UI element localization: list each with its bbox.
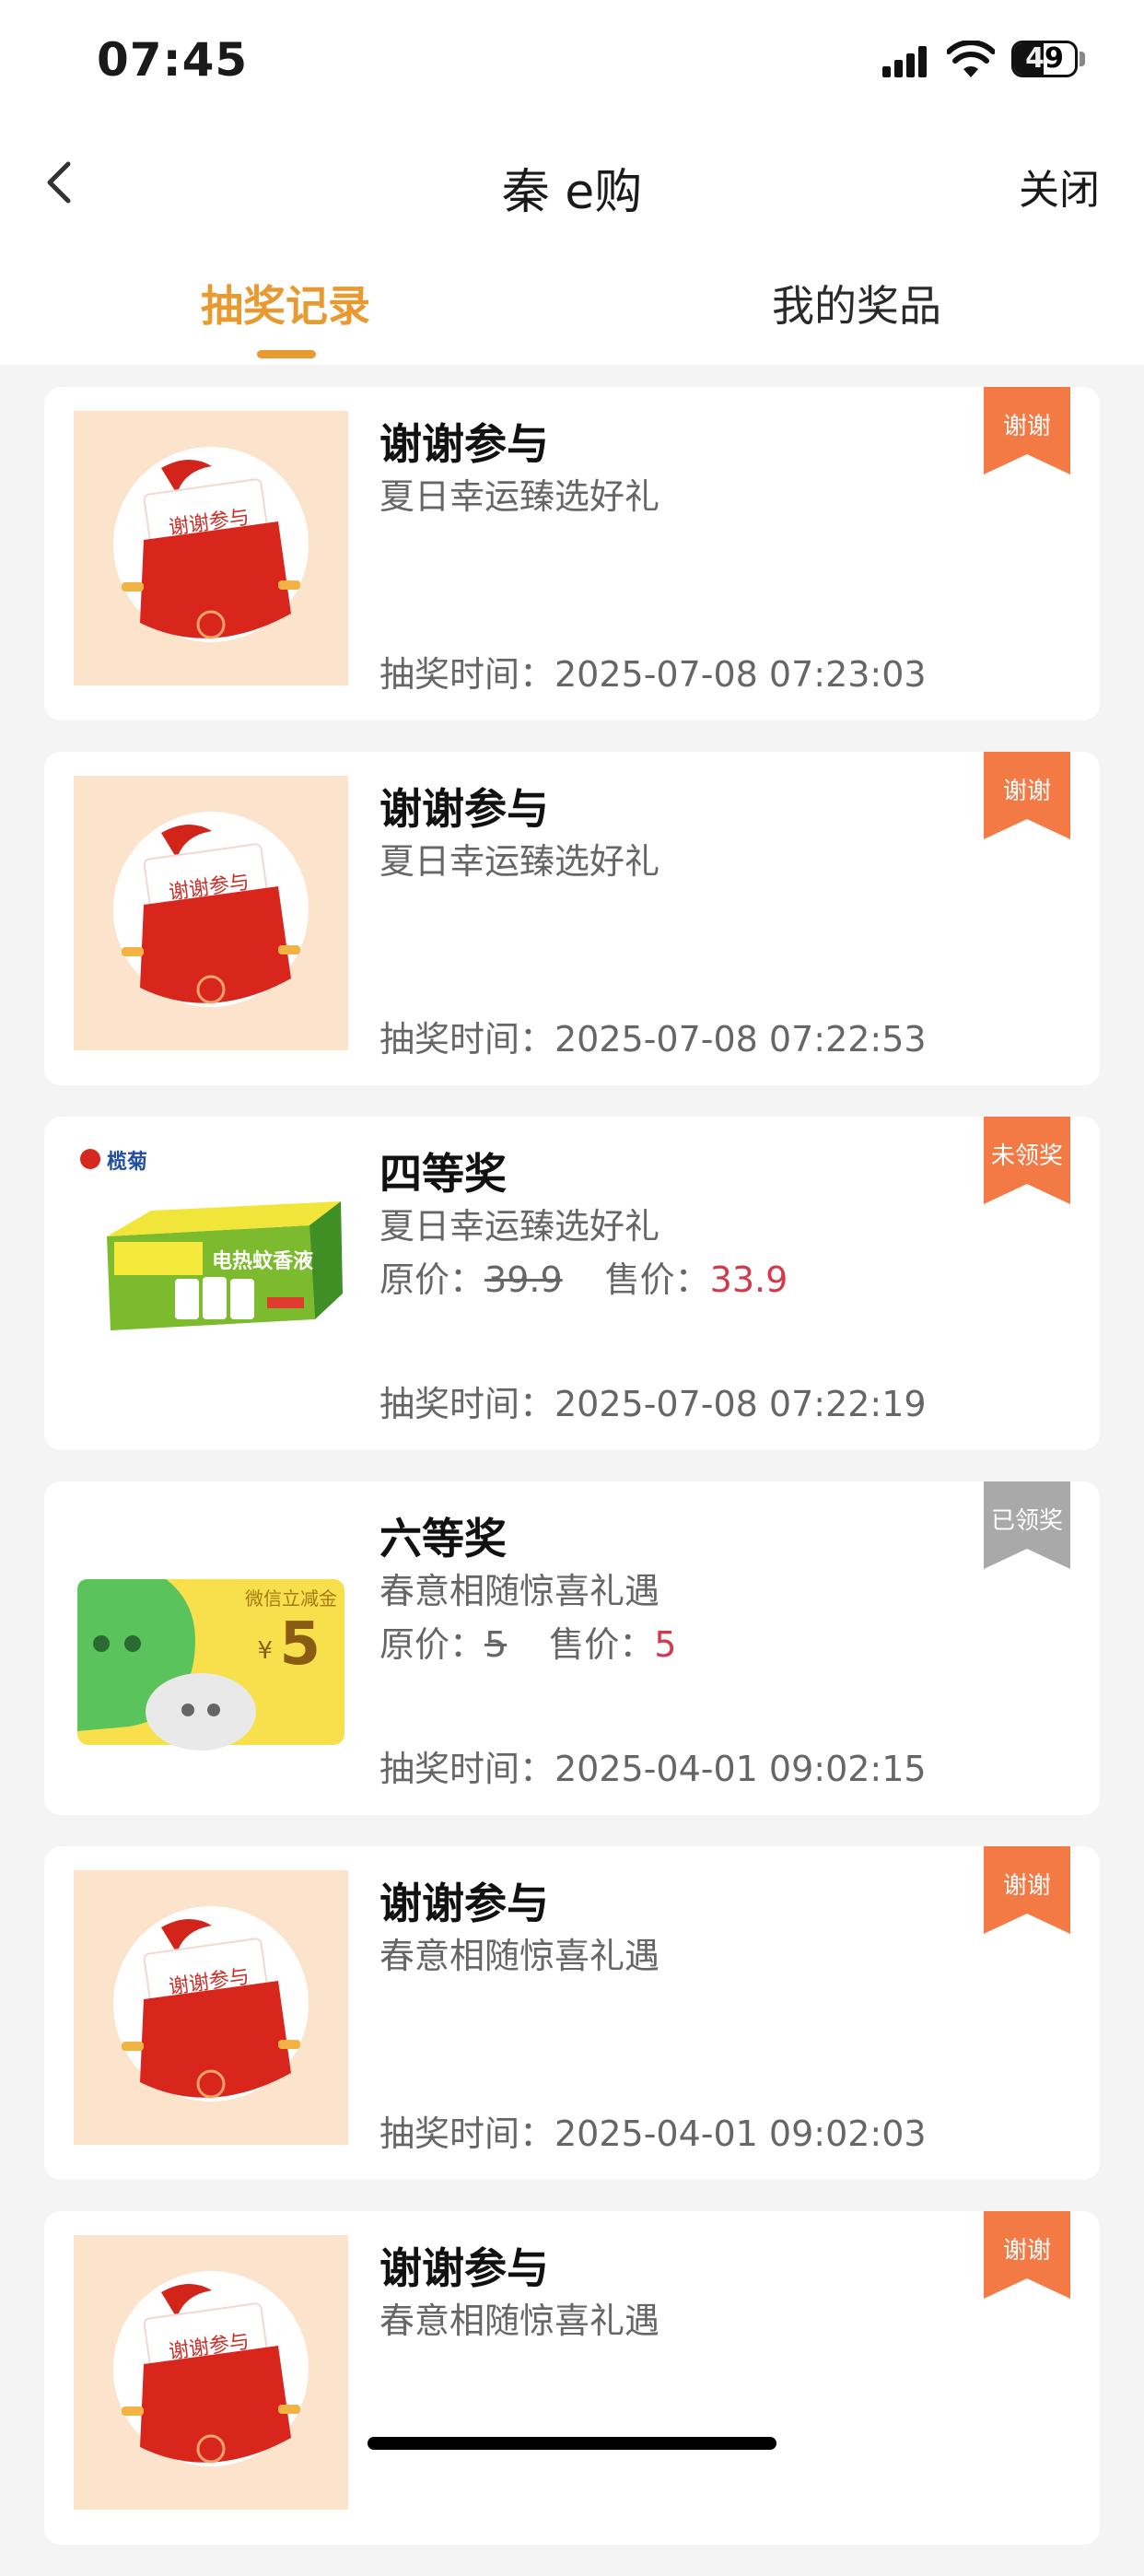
record-card[interactable]: 榄菊 电热蚊香液 四等奖 夏日幸运臻选好礼 原价：39.9 售价：33.9 抽奖时… xyxy=(44,1117,1100,1450)
record-card[interactable]: 谢谢参与 谢谢参与 春意相随惊喜礼遇 谢谢 xyxy=(44,2211,1100,2545)
sale-price-label: 售价： xyxy=(549,1624,655,1665)
active-tab-indicator xyxy=(257,350,316,358)
record-card[interactable]: 微信立减金 ¥ 5 六等奖 春意相随惊喜礼遇 原价：5 售价：5 抽奖时间：202… xyxy=(44,1481,1100,1815)
record-info: 谢谢参与 春意相随惊喜礼遇 xyxy=(379,2235,1063,2521)
coupon-value: 5 xyxy=(279,1610,321,1679)
record-info: 谢谢参与 夏日幸运臻选好礼 抽奖时间：2025-07-08 07:22:53 xyxy=(379,776,1063,1061)
wechat-coupon-image: 微信立减金 ¥ 5 xyxy=(77,1579,344,1751)
record-activity: 夏日幸运臻选好礼 xyxy=(379,476,660,517)
thanks-thumbnail: 谢谢参与 xyxy=(74,2235,348,2510)
close-button[interactable]: 关闭 xyxy=(1019,157,1100,216)
record-activity: 春意相随惊喜礼遇 xyxy=(379,2301,660,2341)
record-title: 四等奖 xyxy=(379,1149,507,1199)
record-time: 抽奖时间：2025-04-01 09:02:03 xyxy=(379,2113,927,2154)
status-badge: 谢谢 xyxy=(984,1846,1070,1934)
record-time: 抽奖时间：2025-07-08 07:22:19 xyxy=(379,1384,927,1424)
status-badge: 已领奖 xyxy=(984,1481,1070,1569)
wifi-icon xyxy=(947,41,995,77)
status-time: 07:45 xyxy=(97,33,249,87)
coupon-currency: ¥ xyxy=(257,1637,273,1665)
sale-price: 33.9 xyxy=(709,1259,788,1300)
record-info: 六等奖 春意相随惊喜礼遇 原价：5 售价：5 抽奖时间：2025-04-01 09… xyxy=(379,1505,1063,1791)
battery-tip xyxy=(1080,52,1085,66)
badge-label: 未领奖 xyxy=(990,1142,1063,1170)
record-time: 抽奖时间：2025-04-01 09:02:15 xyxy=(379,1749,927,1789)
thanks-thumbnail: 谢谢参与 xyxy=(74,776,348,1050)
page-title: 秦 e购 xyxy=(501,165,643,220)
product-name: 电热蚊香液 xyxy=(212,1249,313,1273)
thanks-envelope-icon: 谢谢参与 xyxy=(113,447,309,642)
record-card[interactable]: 谢谢参与 谢谢参与 夏日幸运臻选好礼 抽奖时间：2025-07-08 07:22… xyxy=(44,752,1100,1085)
original-price-label: 原价： xyxy=(379,1259,485,1300)
badge-label: 谢谢 xyxy=(1002,413,1051,440)
badge-label: 谢谢 xyxy=(1002,2237,1051,2265)
record-card[interactable]: 谢谢参与 谢谢参与 春意相随惊喜礼遇 抽奖时间：2025-04-01 09:02… xyxy=(44,1846,1100,2180)
header-area: 07:45 49 秦 e购 关闭 抽奖记录 我的奖品 xyxy=(0,0,1144,365)
coupon-thumbnail: 微信立减金 ¥ 5 xyxy=(74,1505,348,1780)
navigation-bar: 秦 e购 关闭 xyxy=(0,138,1144,230)
thanks-envelope-icon: 谢谢参与 xyxy=(113,2271,309,2466)
record-title: 六等奖 xyxy=(379,1514,507,1563)
mosquito-liquid-box-image: 榄菊 电热蚊香液 xyxy=(80,1149,343,1330)
record-title: 谢谢参与 xyxy=(379,2243,549,2293)
record-card[interactable]: 谢谢参与 谢谢参与 夏日幸运臻选好礼 抽奖时间：2025-07-08 07:23… xyxy=(44,387,1100,720)
badge-label: 已领奖 xyxy=(990,1507,1063,1535)
badge-label: 谢谢 xyxy=(1002,1872,1051,1900)
tab-bar: 抽奖记录 我的奖品 xyxy=(0,249,1144,365)
home-indicator xyxy=(368,2437,776,2450)
cellular-signal-icon xyxy=(882,46,928,77)
record-time: 抽奖时间：2025-07-08 07:22:53 xyxy=(379,1019,927,1060)
record-time: 抽奖时间：2025-07-08 07:23:03 xyxy=(379,654,927,695)
original-price-label: 原价： xyxy=(379,1624,485,1665)
thanks-envelope-icon: 谢谢参与 xyxy=(113,1906,309,2102)
product-thumbnail: 榄菊 电热蚊香液 xyxy=(74,1141,348,1415)
record-title: 谢谢参与 xyxy=(379,419,549,469)
record-title: 谢谢参与 xyxy=(379,784,549,834)
record-activity: 夏日幸运臻选好礼 xyxy=(379,1206,660,1247)
tab-my-prizes[interactable]: 我的奖品 xyxy=(672,273,1041,334)
record-activity: 春意相随惊喜礼遇 xyxy=(379,1571,660,1611)
badge-label: 谢谢 xyxy=(1002,778,1051,805)
price-line: 原价：5 售价：5 xyxy=(379,1616,676,1667)
status-badge: 未领奖 xyxy=(984,1117,1070,1204)
status-badge: 谢谢 xyxy=(984,387,1070,474)
record-title: 谢谢参与 xyxy=(379,1879,549,1928)
record-info: 谢谢参与 夏日幸运臻选好礼 抽奖时间：2025-07-08 07:23:03 xyxy=(379,411,1063,697)
lottery-record-list: 谢谢参与 谢谢参与 夏日幸运臻选好礼 抽奖时间：2025-07-08 07:23… xyxy=(44,387,1100,2576)
record-info: 四等奖 夏日幸运臻选好礼 原价：39.9 售价：33.9 抽奖时间：2025-07… xyxy=(379,1141,1063,1426)
sale-price-label: 售价： xyxy=(604,1259,710,1300)
record-info: 谢谢参与 春意相随惊喜礼遇 抽奖时间：2025-04-01 09:02:03 xyxy=(379,1870,1063,2156)
price-line: 原价：39.9 售价：33.9 xyxy=(379,1251,788,1302)
status-bar: 07:45 49 xyxy=(0,0,1144,124)
battery-icon: 49 xyxy=(1011,41,1078,77)
thanks-thumbnail: 谢谢参与 xyxy=(74,411,348,685)
coupon-label: 微信立减金 xyxy=(245,1587,337,1610)
status-badge: 谢谢 xyxy=(984,752,1070,839)
thanks-thumbnail: 谢谢参与 xyxy=(74,1870,348,2145)
record-activity: 春意相随惊喜礼遇 xyxy=(379,1936,660,1976)
thanks-envelope-icon: 谢谢参与 xyxy=(113,812,309,1007)
tab-lottery-records[interactable]: 抽奖记录 xyxy=(101,273,470,334)
original-price: 5 xyxy=(484,1624,508,1665)
brand-logo: 榄菊 xyxy=(107,1151,147,1174)
original-price: 39.9 xyxy=(484,1259,563,1300)
sale-price: 5 xyxy=(654,1624,677,1665)
status-badge: 谢谢 xyxy=(984,2211,1070,2299)
record-activity: 夏日幸运臻选好礼 xyxy=(379,841,660,882)
battery-level: 49 xyxy=(1025,42,1064,75)
